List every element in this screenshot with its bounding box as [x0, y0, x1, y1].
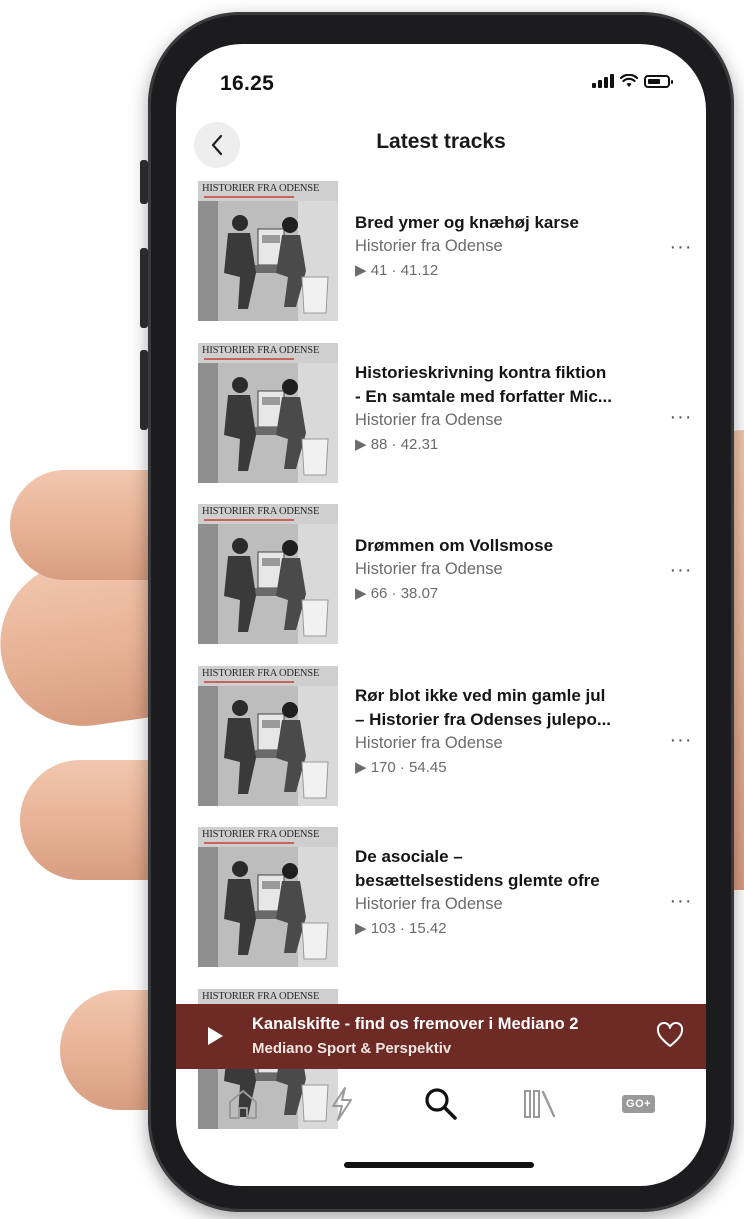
status-time: 16.25: [220, 72, 275, 95]
search-icon: [425, 1088, 457, 1120]
lightning-icon: [332, 1087, 353, 1121]
player-show-name: Mediano Sport & Perspektiv: [252, 1040, 452, 1057]
track-info: De asociale – besættelsestidens glemte of…: [355, 845, 648, 941]
track-item[interactable]: HISTORIER FRA ODENSE Historieskrivning ko…: [198, 342, 698, 505]
home-icon: [229, 1090, 258, 1119]
cover-photo: [198, 685, 338, 806]
tab-library[interactable]: [515, 1079, 565, 1129]
tab-bar: GO+: [176, 1069, 706, 1139]
track-info: Bred ymer og knæhøj karse Historier fra O…: [355, 211, 648, 283]
track-title: Bred ymer og knæhøj karse: [355, 213, 579, 232]
track-show-name: Historier fra Odense: [355, 895, 503, 913]
track-plays-duration: ▶ 103 · 15.42: [355, 920, 447, 937]
track-show-name: Historier fra Odense: [355, 410, 503, 429]
go-plus-badge: GO+: [622, 1095, 656, 1113]
track-show-name: Historier fra Odense: [355, 237, 503, 255]
more-options-icon[interactable]: ···: [666, 730, 696, 750]
track-item[interactable]: HISTORIER FRA ODENSE Rør blot ikke ved mi…: [198, 665, 698, 828]
home-indicator: [344, 1162, 534, 1168]
page-title: Latest tracks: [376, 130, 506, 153]
track-info: Historieskrivning kontra fiktion - En sam…: [355, 361, 648, 457]
track-title: – Historier fra Odenses julepo...: [355, 709, 612, 729]
tab-discover[interactable]: [317, 1079, 367, 1129]
signal-icon: [592, 74, 614, 88]
player-track-title: Kanalskifte - find os fremover i Mediano…: [252, 1015, 579, 1033]
tab-search[interactable]: [416, 1079, 466, 1129]
cover-image: HISTORIER FRA ODENSE: [198, 827, 338, 967]
track-plays-duration: ▶ 170 · 54.45: [355, 758, 447, 776]
cover-photo: [198, 201, 338, 321]
cover-photo: [198, 524, 338, 644]
track-title: Drømmen om Vollsmose: [355, 536, 554, 555]
track-item[interactable]: HISTORIER FRA ODENSE Bred ymer og knæhøj …: [198, 181, 698, 343]
heart-icon[interactable]: [656, 1022, 684, 1048]
cover-image: HISTORIER FRA ODENSE: [198, 665, 338, 806]
track-show-name: Historier fra Odense: [355, 560, 503, 578]
cover-image: HISTORIER FRA ODENSE: [198, 181, 338, 321]
side-button: [140, 350, 148, 430]
cover-photo: [198, 362, 338, 483]
side-button: [140, 248, 148, 328]
track-show-name: Historier fra Odense: [355, 733, 503, 752]
track-info: Rør blot ikke ved min gamle jul – Histori…: [355, 684, 648, 780]
more-options-icon[interactable]: ···: [666, 237, 696, 257]
track-item[interactable]: HISTORIER FRA ODENSE De asociale – besætte…: [198, 827, 698, 989]
track-title: De asociale –: [355, 847, 463, 866]
track-plays-duration: ▶ 88 · 42.31: [355, 435, 439, 453]
track-title: - En samtale med forfatter Mic...: [355, 386, 612, 406]
track-title: Historieskrivning kontra fiktion: [355, 362, 607, 382]
track-info: Drømmen om Vollsmose Historier fra Odense…: [355, 534, 648, 606]
more-options-icon[interactable]: ···: [666, 891, 696, 911]
more-options-icon[interactable]: ···: [666, 560, 696, 580]
track-plays-duration: ▶ 41 · 41.12: [355, 262, 439, 279]
tab-home[interactable]: [218, 1079, 268, 1129]
track-item[interactable]: HISTORIER FRA ODENSE Drømmen om Vollsmose…: [198, 504, 698, 666]
cover-image: HISTORIER FRA ODENSE: [198, 504, 338, 644]
cover-image: HISTORIER FRA ODENSE: [198, 342, 338, 483]
library-icon: [523, 1090, 555, 1118]
status-icons: [592, 74, 673, 88]
battery-icon: [644, 75, 673, 88]
app-screen: 16.25 Latest tracks HISTORIER FRA ODENSE…: [176, 44, 706, 1186]
header: Latest tracks: [176, 122, 706, 176]
track-title: besættelsestidens glemte ofre: [355, 871, 600, 890]
track-plays-duration: ▶ 66 · 38.07: [355, 585, 439, 602]
tab-go-plus[interactable]: GO+: [614, 1079, 664, 1129]
more-options-icon[interactable]: ···: [666, 407, 696, 427]
status-bar: 16.25: [176, 44, 706, 122]
cover-photo: [198, 847, 338, 967]
mini-player[interactable]: Kanalskifte - find os fremover i Mediano…: [176, 1004, 706, 1069]
play-icon[interactable]: [206, 1026, 224, 1046]
side-button: [140, 160, 148, 204]
track-title: Rør blot ikke ved min gamle jul: [355, 685, 606, 705]
wifi-icon: [620, 74, 638, 87]
